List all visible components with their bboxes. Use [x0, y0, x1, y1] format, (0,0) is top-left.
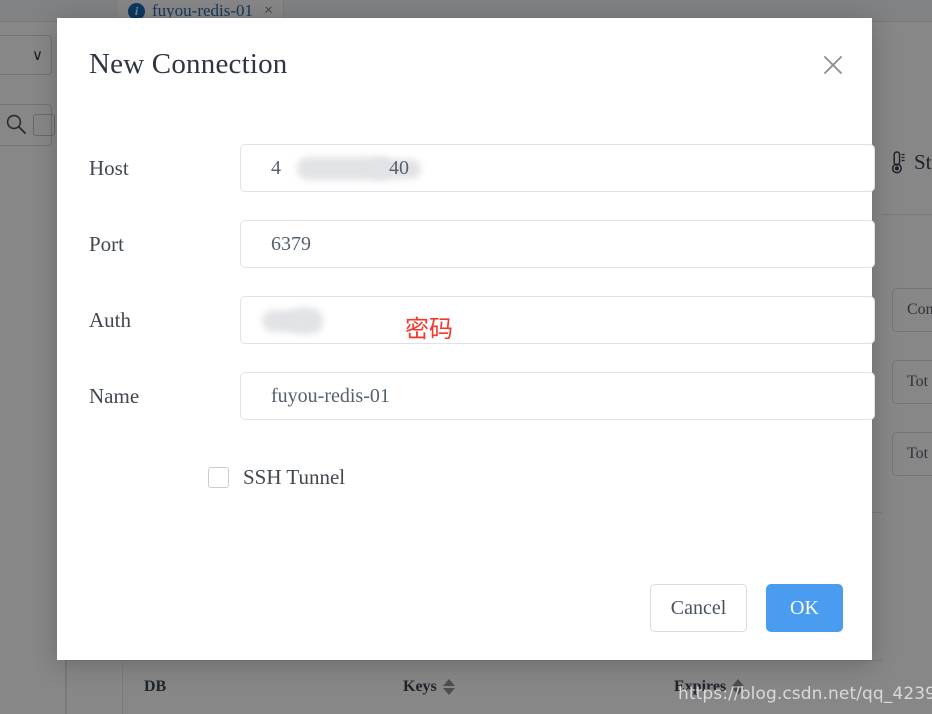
field-row-auth: Auth	[89, 296, 875, 344]
cancel-button[interactable]: Cancel	[650, 584, 747, 632]
field-row-host: Host 4 40	[89, 144, 875, 192]
field-row-port: Port 6379	[89, 220, 875, 268]
label-port: Port	[89, 231, 125, 256]
host-input[interactable]: 4 40	[240, 144, 875, 192]
host-input-value-tail: 40	[389, 156, 409, 179]
dialog-footer: Cancel OK	[57, 540, 872, 660]
app-root: i fuyou-redis-01 × ∨ St Con Tot Tot DB K…	[0, 0, 932, 714]
new-connection-dialog: New Connection Host 4 40 Port 6379 Auth …	[57, 18, 875, 660]
label-host: Host	[89, 155, 129, 180]
auth-redaction	[291, 308, 323, 334]
password-annotation: 密码	[405, 315, 453, 343]
auth-input[interactable]	[240, 296, 875, 344]
host-redaction	[297, 157, 393, 180]
ssh-tunnel-row[interactable]: SSH Tunnel	[208, 465, 345, 490]
ssh-tunnel-label: SSH Tunnel	[243, 465, 346, 489]
port-input-value: 6379	[271, 232, 311, 255]
field-row-name: Name fuyou-redis-01	[89, 372, 875, 420]
label-name: Name	[89, 383, 140, 408]
ok-button[interactable]: OK	[766, 584, 843, 632]
label-auth: Auth	[89, 307, 131, 332]
ssh-tunnel-checkbox[interactable]	[208, 467, 229, 488]
port-input[interactable]: 6379	[240, 220, 875, 268]
auth-redaction	[262, 310, 308, 332]
name-input[interactable]: fuyou-redis-01	[240, 372, 875, 420]
dialog-title: New Connection	[89, 48, 288, 80]
host-input-value: 4	[271, 156, 281, 179]
watermark: https://blog.csdn.net/qq_42391904	[678, 684, 932, 704]
name-input-value: fuyou-redis-01	[271, 384, 390, 407]
close-icon[interactable]	[816, 48, 850, 82]
